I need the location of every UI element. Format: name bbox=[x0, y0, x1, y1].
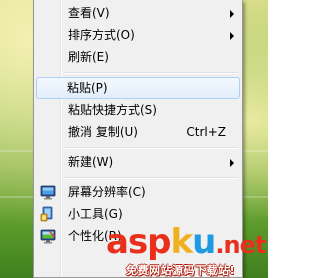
menu-item-label: 排序方式(O) bbox=[68, 28, 135, 42]
submenu-arrow-icon bbox=[230, 32, 234, 40]
gadgets-icon bbox=[40, 206, 56, 222]
menu-item-label: 撤消 复制(U) bbox=[68, 125, 138, 139]
menu-item-label: 粘贴(P) bbox=[67, 81, 108, 95]
screen-resolution-icon bbox=[40, 184, 56, 200]
menu-item-label: 查看(V) bbox=[68, 6, 110, 20]
menu-item-sort-by[interactable]: 排序方式(O) bbox=[36, 24, 240, 46]
submenu-arrow-icon bbox=[230, 10, 234, 18]
watermark-logo-part: asp bbox=[106, 222, 172, 262]
menu-item-paste[interactable]: 粘贴(P) bbox=[36, 77, 240, 99]
watermark-logo: aspku.net 免费网站源码下载站! bbox=[106, 222, 268, 278]
menu-item-shortcut: Ctrl+Z bbox=[186, 125, 226, 139]
menu-separator bbox=[64, 72, 238, 74]
submenu-arrow-icon bbox=[230, 159, 234, 167]
screenshot-root: 查看(V) 排序方式(O) 刷新(E) 粘贴(P) 粘贴快捷方式(S) 撤消 复… bbox=[0, 0, 268, 278]
menu-item-refresh[interactable]: 刷新(E) bbox=[36, 46, 240, 68]
menu-item-screen-resolution[interactable]: 屏幕分辨率(C) bbox=[36, 181, 240, 203]
menu-separator bbox=[64, 147, 238, 149]
watermark-logo-text: aspku.net bbox=[106, 222, 266, 265]
menu-item-label: 刷新(E) bbox=[68, 50, 109, 64]
menu-item-label: 屏幕分辨率(C) bbox=[68, 185, 146, 199]
menu-item-paste-shortcut[interactable]: 粘贴快捷方式(S) bbox=[36, 99, 240, 121]
menu-item-view[interactable]: 查看(V) bbox=[36, 2, 240, 24]
menu-item-new[interactable]: 新建(W) bbox=[36, 151, 240, 173]
menu-item-undo-copy[interactable]: 撤消 复制(U) Ctrl+Z bbox=[36, 121, 240, 143]
watermark-logo-part: u bbox=[192, 222, 216, 262]
personalize-icon bbox=[40, 228, 56, 244]
menu-separator bbox=[64, 177, 238, 179]
watermark-subtitle: 免费网站源码下载站! bbox=[126, 264, 236, 277]
watermark-logo-part: k bbox=[170, 222, 194, 262]
menu-item-label: 粘贴快捷方式(S) bbox=[68, 103, 157, 117]
menu-item-label: 新建(W) bbox=[68, 155, 114, 169]
menu-item-label: 小工具(G) bbox=[68, 207, 123, 221]
watermark-logo-part: .net bbox=[215, 231, 266, 259]
